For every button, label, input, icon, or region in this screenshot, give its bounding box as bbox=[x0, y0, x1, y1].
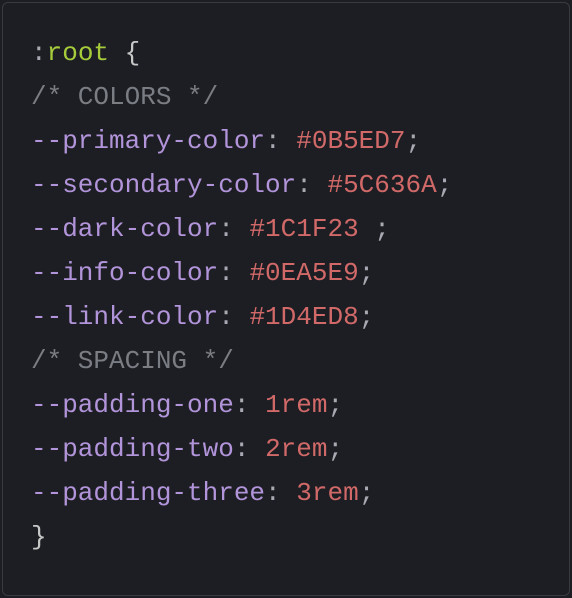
var-pad3: --padding-three bbox=[31, 478, 265, 508]
val-dark: #1C1F23 bbox=[249, 214, 358, 244]
var-pad1: --padding-one bbox=[31, 390, 234, 420]
unit-pad2: rem bbox=[281, 434, 328, 464]
colon: : bbox=[234, 434, 250, 464]
space bbox=[249, 434, 265, 464]
semi: ; bbox=[359, 478, 375, 508]
space bbox=[359, 214, 375, 244]
colon: : bbox=[218, 258, 234, 288]
close-brace: } bbox=[31, 522, 47, 552]
semi: ; bbox=[437, 170, 453, 200]
semi: ; bbox=[327, 390, 343, 420]
semi: ; bbox=[405, 126, 421, 156]
num-pad3: 3 bbox=[296, 478, 312, 508]
space bbox=[234, 214, 250, 244]
space bbox=[234, 258, 250, 288]
var-pad2: --padding-two bbox=[31, 434, 234, 464]
comment-colors: /* COLORS */ bbox=[31, 82, 218, 112]
var-secondary: --secondary-color bbox=[31, 170, 296, 200]
val-primary: #0B5ED7 bbox=[296, 126, 405, 156]
val-info: #0EA5E9 bbox=[249, 258, 358, 288]
open-brace: { bbox=[109, 38, 140, 68]
val-secondary: #5C636A bbox=[327, 170, 436, 200]
semi: ; bbox=[359, 258, 375, 288]
var-link: --link-color bbox=[31, 302, 218, 332]
var-primary: --primary-color bbox=[31, 126, 265, 156]
semi: ; bbox=[327, 434, 343, 464]
colon: : bbox=[218, 214, 234, 244]
var-dark: --dark-color bbox=[31, 214, 218, 244]
unit-pad1: rem bbox=[281, 390, 328, 420]
colon: : bbox=[265, 478, 281, 508]
num-pad2: 2 bbox=[265, 434, 281, 464]
selector-colon: : bbox=[31, 38, 47, 68]
var-info: --info-color bbox=[31, 258, 218, 288]
semi: ; bbox=[359, 302, 375, 332]
selector-root: root bbox=[47, 38, 109, 68]
unit-pad3: rem bbox=[312, 478, 359, 508]
space bbox=[281, 478, 297, 508]
semi: ; bbox=[374, 214, 390, 244]
code-block: :root { /* COLORS */ --primary-color: #0… bbox=[2, 2, 570, 596]
space bbox=[281, 126, 297, 156]
space bbox=[249, 390, 265, 420]
val-link: #1D4ED8 bbox=[249, 302, 358, 332]
space bbox=[234, 302, 250, 332]
colon: : bbox=[265, 126, 281, 156]
colon: : bbox=[234, 390, 250, 420]
num-pad1: 1 bbox=[265, 390, 281, 420]
comment-spacing: /* SPACING */ bbox=[31, 346, 234, 376]
space bbox=[312, 170, 328, 200]
colon: : bbox=[218, 302, 234, 332]
colon: : bbox=[296, 170, 312, 200]
